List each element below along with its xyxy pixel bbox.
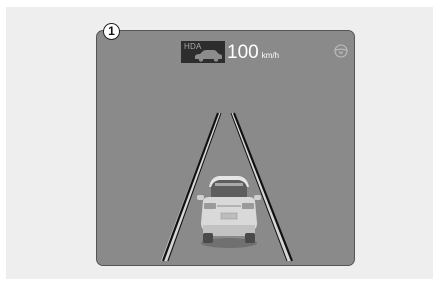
- page: HDA 100 km/h 1: [0, 0, 439, 284]
- vehicle-rear-view-icon: [197, 176, 261, 248]
- speed-value: 100: [227, 42, 259, 63]
- speed-unit: km/h: [261, 51, 280, 60]
- steering-wheel-icon: [334, 44, 348, 58]
- car-silhouette-icon: [195, 50, 222, 62]
- set-speed: 100 km/h: [227, 42, 279, 64]
- callout-marker-1: 1: [103, 23, 120, 40]
- cluster-display: HDA 100 km/h: [96, 30, 355, 266]
- hda-badge: HDA: [181, 41, 225, 63]
